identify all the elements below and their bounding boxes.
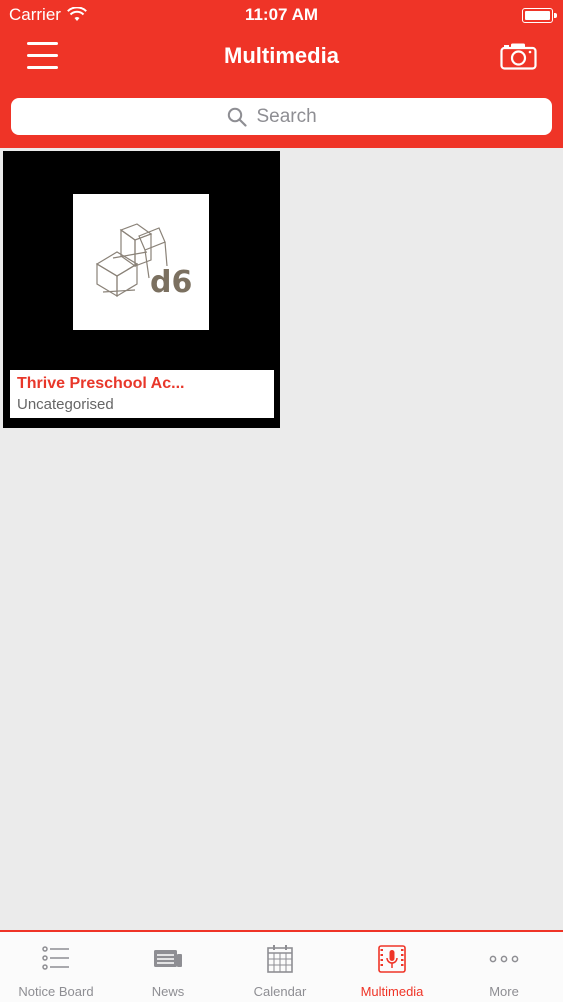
notice-board-icon [42,946,69,970]
tab-notice-board[interactable]: Notice Board [0,932,112,1002]
tab-label: More [489,984,519,999]
tab-multimedia[interactable]: Multimedia [336,932,448,1002]
tab-label: News [151,984,185,999]
app-header: Carrier 11:07 AM Multimedia [0,0,563,148]
battery-icon [522,8,557,23]
search-icon [227,107,247,127]
media-category: Uncategorised [17,396,114,413]
calendar-icon [267,945,293,973]
media-thumbnail: d6 [73,194,209,330]
logo-text: d6 [150,265,192,300]
multimedia-icon [378,945,406,973]
status-bar: Carrier 11:07 AM [0,0,563,30]
camera-button[interactable] [500,42,537,70]
tab-label: Notice Board [18,984,94,999]
tab-bar: Notice Board News Calendar Multimedia Mo… [0,930,563,1002]
media-caption: Thrive Preschool Ac... Uncategorised [10,370,274,418]
more-icon [489,955,519,963]
tab-label: Calendar [253,984,307,999]
d6-logo: d6 [95,223,192,300]
search-input[interactable] [256,105,337,128]
tab-calendar[interactable]: Calendar [224,932,336,1002]
news-icon [154,950,182,967]
tab-news[interactable]: News [112,932,224,1002]
tab-more[interactable]: More [448,932,560,1002]
tab-label: Multimedia [360,984,424,999]
media-title: Thrive Preschool Ac... [17,375,185,392]
clock: 11:07 AM [244,5,319,24]
search-bar[interactable] [11,98,552,135]
page-title: Multimedia [224,43,339,68]
media-item-tile[interactable]: d6 Thrive Preschool Ac... Uncategorised [3,151,280,428]
